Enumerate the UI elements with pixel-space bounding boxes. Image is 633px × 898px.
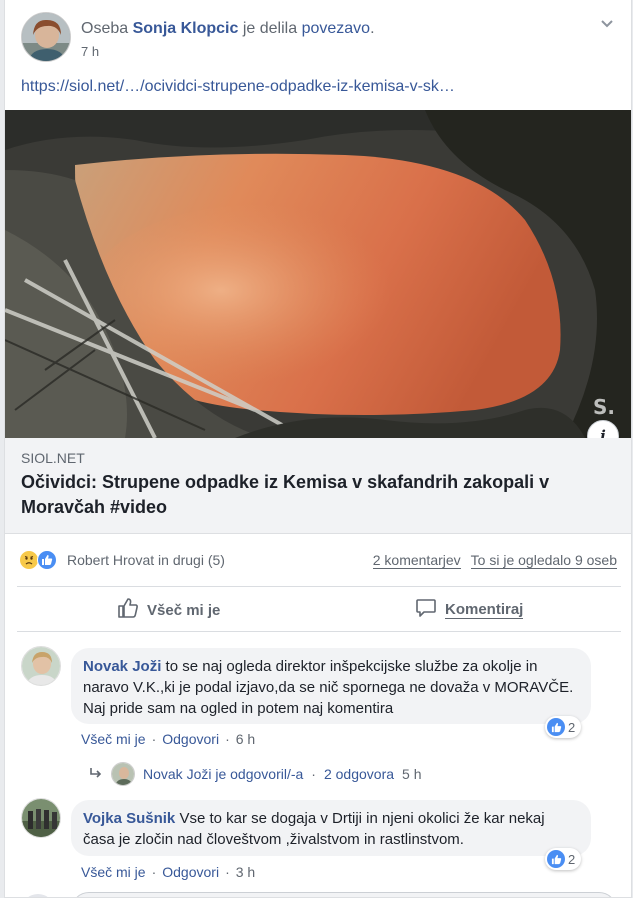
like-reaction-icon (547, 718, 565, 736)
like-button-label: Všeč mi je (147, 601, 221, 619)
comment-actions: Všeč mi je · Odgovori · 3 h (81, 864, 255, 880)
reply-thread-text[interactable]: Novak Joži je odgovoril/-a (143, 766, 303, 782)
separator: · (225, 864, 230, 880)
chevron-down-icon[interactable] (597, 14, 617, 34)
comment-reply-link[interactable]: Odgovori (162, 731, 219, 747)
author-avatar[interactable] (21, 12, 71, 62)
comment-count-link[interactable]: 2 komentarjev (372, 552, 461, 569)
separator: · (225, 731, 230, 747)
reply-count[interactable]: 2 odgovora (324, 766, 394, 782)
author-action: je delila (242, 20, 298, 37)
thumbs-up-icon (117, 597, 139, 623)
comment-reply-link[interactable]: Odgovori (162, 864, 219, 880)
comment-bubble: Vojka Sušnik Vse to kar se dogaja v Drti… (71, 800, 591, 856)
reply-arrow-icon (89, 766, 103, 783)
write-comment-area (21, 892, 617, 897)
commenter-name[interactable]: Novak Joži (83, 658, 161, 675)
link-domain: SIOL.NET (21, 450, 85, 466)
comment-reaction-count[interactable]: 2 (545, 716, 582, 738)
reaction-icons[interactable] (19, 550, 57, 572)
reactions-bar: Robert Hrovat in drugi (5) 2 komentarjev… (5, 534, 631, 586)
comment-reaction-count[interactable]: 2 (545, 848, 582, 870)
view-count-link[interactable]: To si je ogledalo 9 oseb (470, 552, 617, 569)
comment-reaction-number: 2 (568, 719, 576, 735)
separator: · (151, 864, 157, 880)
comment-bubble: Novak Joži to se naj ogleda direktor inš… (71, 648, 591, 724)
info-glyph: i (600, 427, 606, 438)
author-prefix: Oseba (81, 20, 129, 37)
separator: · (151, 731, 157, 747)
commenter-avatar[interactable] (21, 798, 61, 838)
comment-timestamp[interactable]: 6 h (236, 731, 255, 747)
write-comment-input[interactable] (71, 892, 617, 897)
link-preview-meta[interactable]: SIOL.NET Očividci: Strupene odpadke iz K… (5, 438, 631, 534)
like-reaction-icon (37, 550, 57, 570)
reply-avatar (111, 762, 135, 786)
reply-timestamp[interactable]: 5 h (402, 766, 421, 782)
comment-button[interactable]: Komentiraj (415, 597, 631, 623)
comment-timestamp[interactable]: 3 h (236, 864, 255, 880)
commenter-avatar[interactable] (21, 646, 61, 686)
post-card: Oseba Sonja Klopcic je delila povezavo. … (4, 0, 632, 898)
current-user-avatar (21, 894, 55, 897)
like-button[interactable]: Všeč mi je (117, 597, 220, 623)
commenter-name[interactable]: Vojka Sušnik (83, 810, 175, 827)
watermark-text: S. (593, 395, 615, 419)
post-action-bar: Všeč mi je Komentiraj (17, 586, 621, 632)
like-reaction-icon (547, 850, 565, 868)
link-preview-image[interactable]: S. i (5, 110, 631, 438)
comment-button-label: Komentiraj (445, 601, 524, 619)
post-url[interactable]: https://siol.net/…/ocividci-strupene-odp… (21, 78, 455, 96)
author-name[interactable]: Sonja Klopcic (133, 20, 239, 37)
reply-thread-link[interactable]: Novak Joži je odgovoril/-a · 2 odgovora … (89, 762, 422, 786)
comment-actions: Všeč mi je · Odgovori · 6 h (81, 731, 255, 747)
comment-like-link[interactable]: Všeč mi je (81, 864, 146, 880)
shared-link-word[interactable]: povezavo (302, 20, 371, 37)
sad-reaction-icon (19, 550, 39, 570)
post-timestamp[interactable]: 7 h (81, 44, 99, 59)
post-author-line: Oseba Sonja Klopcic je delila povezavo. (81, 20, 375, 38)
separator: · (311, 766, 316, 782)
comment-like-link[interactable]: Všeč mi je (81, 731, 146, 747)
comment-icon (415, 597, 437, 623)
comment-reaction-number: 2 (568, 851, 576, 867)
post-header: Oseba Sonja Klopcic je delila povezavo. … (5, 0, 631, 110)
reaction-summary[interactable]: Robert Hrovat in drugi (5) (67, 552, 225, 568)
link-title[interactable]: Očividci: Strupene odpadke iz Kemisa v s… (21, 470, 621, 520)
post-counts: 2 komentarjev To si je ogledalo 9 oseb (372, 552, 617, 569)
header-period: . (370, 20, 375, 37)
